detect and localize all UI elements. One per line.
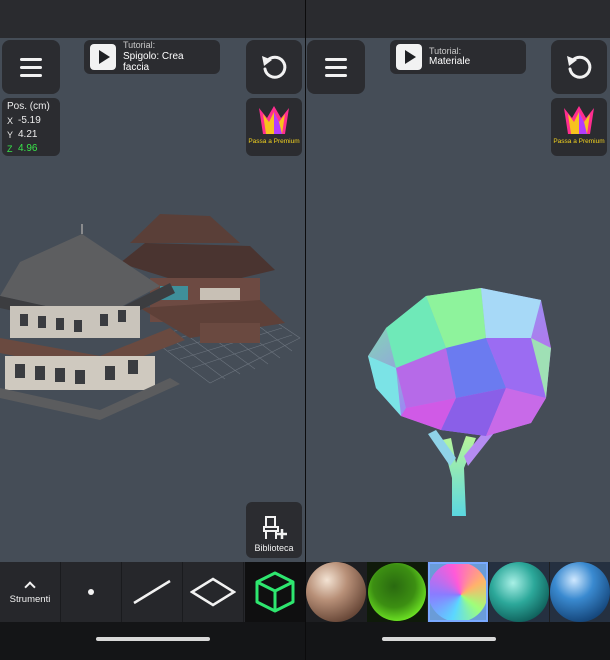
premium-button[interactable]: Passa a Premium bbox=[246, 98, 302, 156]
material-green-glow[interactable] bbox=[367, 562, 427, 622]
material-sphere bbox=[489, 562, 549, 622]
crown-icon bbox=[259, 106, 289, 134]
position-y-value: 4.21 bbox=[18, 129, 38, 140]
status-bar bbox=[306, 0, 610, 38]
premium-button[interactable]: Passa a Premium bbox=[551, 98, 607, 156]
position-x-value: -5.19 bbox=[18, 115, 41, 126]
chair-add-icon bbox=[263, 516, 287, 539]
app-root: Tutorial: Spigolo: Crea faccia Passa a P… bbox=[0, 0, 610, 660]
tree-trunk bbox=[428, 423, 498, 516]
nav-bar bbox=[0, 622, 305, 660]
play-icon bbox=[396, 44, 422, 70]
chevron-up-icon bbox=[24, 581, 36, 593]
tutorial-caption: Tutorial: bbox=[429, 46, 462, 57]
menu-button[interactable] bbox=[2, 40, 60, 94]
tools-menu-button[interactable]: Strumenti bbox=[0, 562, 61, 622]
tool-toolbar: Strumenti bbox=[0, 562, 305, 622]
home-indicator[interactable] bbox=[96, 637, 210, 641]
material-sphere bbox=[428, 562, 488, 622]
tutorial-title: Spigolo: Crea faccia bbox=[123, 50, 184, 74]
material-teal-glass[interactable] bbox=[489, 562, 549, 622]
undo-button[interactable] bbox=[551, 40, 607, 94]
tutorial-button[interactable]: Tutorial: Materiale bbox=[390, 40, 526, 74]
position-y-row: Y 4.21 bbox=[7, 129, 38, 140]
tutorial-caption: Tutorial: bbox=[123, 40, 156, 51]
position-z-value: 4.96 bbox=[18, 143, 38, 154]
tree-canopy bbox=[368, 288, 551, 436]
position-x-row: X -5.19 bbox=[7, 115, 41, 126]
material-normal-rainbow[interactable] bbox=[428, 562, 488, 622]
tutorial-title: Materiale bbox=[429, 56, 471, 68]
library-label: Biblioteca bbox=[254, 543, 294, 553]
point-icon bbox=[88, 589, 94, 595]
play-icon bbox=[90, 44, 116, 70]
menu-button[interactable] bbox=[307, 40, 365, 94]
material-wood-bronze[interactable] bbox=[306, 562, 366, 622]
undo-button[interactable] bbox=[246, 40, 302, 94]
face-icon bbox=[190, 577, 236, 607]
premium-label: Passa a Premium bbox=[553, 138, 605, 145]
hamburger-icon bbox=[325, 57, 347, 77]
crown-icon bbox=[564, 106, 594, 134]
edge-icon bbox=[133, 579, 171, 605]
material-sphere bbox=[306, 562, 366, 622]
position-readout: Pos. (cm) X -5.19 Y 4.21 Z 4.96 bbox=[2, 98, 60, 156]
right-screen: Tutorial: Materiale Passa a Premium bbox=[306, 0, 610, 660]
material-blue-glossy[interactable] bbox=[550, 562, 610, 622]
premium-label: Passa a Premium bbox=[248, 138, 300, 145]
status-bar bbox=[0, 0, 305, 38]
tools-label: Strumenti bbox=[9, 594, 51, 605]
home-indicator[interactable] bbox=[382, 637, 496, 641]
undo-icon bbox=[567, 55, 592, 79]
material-sphere bbox=[368, 563, 426, 621]
face-tool-button[interactable] bbox=[183, 562, 244, 622]
object-tool-button[interactable] bbox=[245, 562, 305, 622]
material-sphere bbox=[550, 562, 610, 622]
tutorial-button[interactable]: Tutorial: Spigolo: Crea faccia bbox=[84, 40, 220, 74]
material-palette bbox=[306, 562, 610, 622]
position-title: Pos. (cm) bbox=[7, 101, 50, 112]
library-button[interactable]: Biblioteca bbox=[246, 502, 302, 558]
point-tool-button[interactable] bbox=[61, 562, 122, 622]
nav-bar bbox=[306, 622, 610, 660]
hamburger-icon bbox=[20, 57, 42, 77]
left-screen: Tutorial: Spigolo: Crea faccia Passa a P… bbox=[0, 0, 305, 660]
position-z-row: Z 4.96 bbox=[7, 143, 38, 154]
cube-icon bbox=[255, 571, 295, 613]
undo-icon bbox=[262, 55, 287, 79]
edge-tool-button[interactable] bbox=[122, 562, 183, 622]
